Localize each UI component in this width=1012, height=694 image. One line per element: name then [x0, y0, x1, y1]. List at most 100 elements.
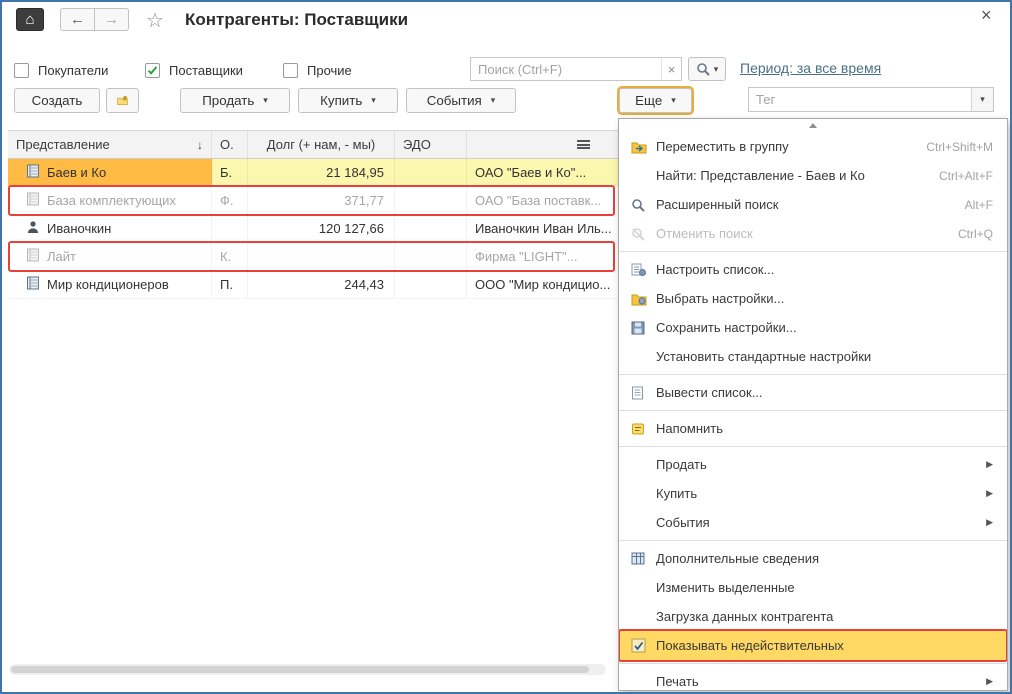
- table-cell[interactable]: 371,77: [248, 187, 395, 214]
- create-button[interactable]: Создать: [14, 88, 100, 113]
- menu-item[interactable]: События▶: [619, 508, 1007, 537]
- menu-item[interactable]: Изменить выделенные: [619, 573, 1007, 602]
- table-cell[interactable]: К.: [212, 243, 248, 270]
- more-button[interactable]: Еще▾: [619, 88, 692, 113]
- table-cell[interactable]: [395, 271, 467, 298]
- menu-item[interactable]: Печать▶: [619, 667, 1007, 691]
- home-icon: ⌂: [25, 11, 34, 28]
- buy-button[interactable]: Купить▾: [298, 88, 398, 113]
- menu-item[interactable]: Расширенный поискAlt+F: [619, 190, 1007, 219]
- more-context-menu: Переместить в группуCtrl+Shift+MНайти: П…: [618, 118, 1008, 691]
- check-icon: [631, 638, 656, 653]
- menu-item-label: Выбрать настройки...: [656, 291, 784, 306]
- table-cell[interactable]: 21 184,95: [248, 159, 395, 186]
- menu-item[interactable]: Показывать недействительных: [619, 631, 1007, 660]
- menu-item[interactable]: Продать▶: [619, 450, 1007, 479]
- magnifier-off-icon: [631, 227, 656, 241]
- magnifier-icon: [696, 62, 710, 76]
- submenu-arrow-icon: ▶: [986, 676, 993, 687]
- menu-item-label: События: [656, 515, 710, 530]
- filter-2[interactable]: Поставщики: [145, 60, 243, 80]
- row-o: П.: [220, 277, 233, 292]
- sell-button[interactable]: Продать▾: [180, 88, 290, 113]
- table-cell[interactable]: Б.: [212, 159, 248, 186]
- back-button[interactable]: ←: [60, 8, 95, 31]
- row-debt: 21 184,95: [326, 165, 384, 180]
- table-cell[interactable]: База комплектующих: [8, 187, 212, 214]
- menu-item[interactable]: Отменить поискCtrl+Q: [619, 219, 1007, 248]
- horizontal-scrollbar[interactable]: [9, 664, 606, 675]
- table-cell[interactable]: [248, 243, 395, 270]
- column-header-o[interactable]: О.: [212, 131, 248, 158]
- table-cell[interactable]: Иваночкин: [8, 215, 212, 242]
- chevron-down-icon: ▾: [371, 95, 376, 106]
- menu-item[interactable]: Выбрать настройки...: [619, 284, 1007, 313]
- row-name: База комплектующих: [47, 193, 176, 208]
- doc-list-icon: [631, 386, 656, 400]
- table-cell[interactable]: [395, 243, 467, 270]
- checkbox-checked[interactable]: [145, 63, 160, 78]
- home-button[interactable]: ⌂: [16, 8, 44, 31]
- tag-combo[interactable]: ▾: [748, 87, 994, 112]
- org-icon: [26, 164, 40, 181]
- row-o: К.: [220, 249, 231, 264]
- events-button[interactable]: События▾: [406, 88, 516, 113]
- menu-item[interactable]: Установить стандартные настройки: [619, 342, 1007, 371]
- close-button[interactable]: ×: [981, 5, 992, 26]
- tag-dropdown-button[interactable]: ▾: [971, 88, 993, 111]
- table-cell[interactable]: 120 127,66: [248, 215, 395, 242]
- forward-button[interactable]: →: [94, 8, 129, 31]
- filter-label: Покупатели: [38, 63, 108, 78]
- table-cell[interactable]: П.: [212, 271, 248, 298]
- row-info: Иваночкин Иван Иль...: [475, 221, 612, 236]
- menu-item-label: Продать: [656, 457, 707, 472]
- menu-item[interactable]: Настроить список...: [619, 255, 1007, 284]
- row-name: Баев и Ко: [47, 165, 106, 180]
- menu-item[interactable]: Дополнительные сведения: [619, 544, 1007, 573]
- filter-label: Поставщики: [169, 63, 243, 78]
- column-header-debt[interactable]: Долг (+ нам, - мы): [248, 131, 395, 158]
- filter-3[interactable]: Прочие: [283, 60, 352, 80]
- table-cell[interactable]: Баев и Ко: [8, 159, 212, 186]
- table-cell[interactable]: 244,43: [248, 271, 395, 298]
- chevron-down-icon: ▾: [263, 95, 268, 106]
- menu-item-label: Сохранить настройки...: [656, 320, 797, 335]
- menu-item[interactable]: Сохранить настройки...: [619, 313, 1007, 342]
- menu-shortcut: Ctrl+Shift+M: [926, 140, 993, 154]
- menu-item[interactable]: Загрузка данных контрагента: [619, 602, 1007, 631]
- menu-item[interactable]: Найти: Представление - Баев и КоCtrl+Alt…: [619, 161, 1007, 190]
- table-cell[interactable]: [395, 159, 467, 186]
- table-cell[interactable]: [212, 215, 248, 242]
- period-link[interactable]: Период: за все время: [740, 60, 881, 76]
- table-cell[interactable]: [395, 215, 467, 242]
- table-cell[interactable]: [395, 187, 467, 214]
- menu-scroll-up[interactable]: [619, 119, 1007, 132]
- table-cell[interactable]: Мир кондиционеров: [8, 271, 212, 298]
- checkbox-unchecked[interactable]: [14, 63, 29, 78]
- folder-gear-icon: [631, 292, 656, 306]
- menu-item-label: Загрузка данных контрагента: [656, 609, 833, 624]
- menu-item[interactable]: Вывести список...: [619, 378, 1007, 407]
- create-group-button[interactable]: [106, 88, 139, 113]
- menu-item-label: Настроить список...: [656, 262, 774, 277]
- menu-item[interactable]: Переместить в группуCtrl+Shift+M: [619, 132, 1007, 161]
- table-cell[interactable]: Лайт: [8, 243, 212, 270]
- scrollbar-thumb[interactable]: [11, 666, 589, 673]
- menu-item[interactable]: Напомнить: [619, 414, 1007, 443]
- menu-item-label: Установить стандартные настройки: [656, 349, 871, 364]
- menu-item[interactable]: Купить▶: [619, 479, 1007, 508]
- favorite-star-icon[interactable]: ☆: [146, 8, 164, 33]
- search-input[interactable]: [471, 58, 661, 80]
- search-clear-button[interactable]: ×: [661, 58, 681, 80]
- filter-label: Прочие: [307, 63, 352, 78]
- tag-input[interactable]: [749, 88, 971, 111]
- column-header-edo[interactable]: ЭДО: [395, 131, 467, 158]
- filter-1[interactable]: Покупатели: [14, 60, 108, 80]
- search-button[interactable]: ▾: [688, 57, 726, 81]
- search-box[interactable]: ×: [470, 57, 682, 81]
- column-header-name[interactable]: Представление ↓: [8, 131, 212, 158]
- menu-separator: [619, 251, 1007, 252]
- checkbox-unchecked[interactable]: [283, 63, 298, 78]
- table-cell[interactable]: Ф.: [212, 187, 248, 214]
- person-icon: [26, 220, 40, 237]
